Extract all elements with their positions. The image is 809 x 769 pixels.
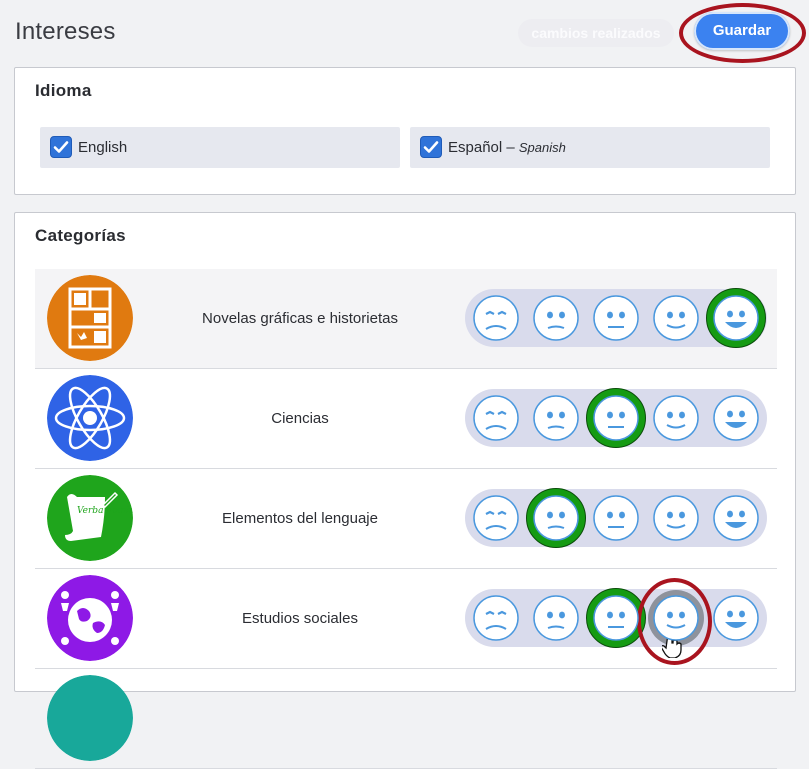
icon-text: Verba hominum <box>77 506 133 516</box>
english-checkbox[interactable] <box>50 136 72 158</box>
sad-face-icon[interactable] <box>531 593 581 643</box>
save-button[interactable]: Guardar <box>694 12 790 50</box>
categories-card: Categorías Novelas gráficas e historieta… <box>14 212 796 769</box>
categories-section-title: Categorías <box>35 226 126 245</box>
category-row-science: Ciencias <box>35 369 777 469</box>
category-label: Elementos del lenguaje <box>222 510 378 527</box>
atom-icon <box>47 375 133 461</box>
rating-scale <box>465 488 767 548</box>
neutral-face-icon[interactable] <box>586 588 646 648</box>
sad-face-icon[interactable] <box>526 488 586 548</box>
language-label: Español – Spanish <box>448 139 566 156</box>
very-sad-face-icon[interactable] <box>471 593 521 643</box>
very-sad-face-icon[interactable] <box>471 493 521 543</box>
category-label: Ciencias <box>271 410 329 427</box>
changes-status-badge: cambios realizados <box>518 19 674 47</box>
neutral-face-icon[interactable] <box>591 493 641 543</box>
sad-face-icon[interactable] <box>531 393 581 443</box>
category-row-language: Verba hominum Elementos del lenguaje <box>35 469 777 569</box>
slightly-happy-face-icon[interactable] <box>651 493 701 543</box>
spanish-checkbox[interactable] <box>420 136 442 158</box>
rating-scale <box>465 588 767 648</box>
very-sad-face-icon[interactable] <box>471 393 521 443</box>
very-happy-face-icon[interactable] <box>711 493 761 543</box>
category-row-social-studies: Estudios sociales <box>35 569 777 669</box>
sad-face-icon[interactable] <box>531 293 581 343</box>
top-bar: Intereses cambios realizados Guardar <box>0 0 809 66</box>
slightly-happy-face-icon[interactable] <box>651 393 701 443</box>
language-option-spanish[interactable]: Español – Spanish <box>410 127 770 168</box>
language-section-title: Idioma <box>35 81 92 100</box>
very-happy-face-icon[interactable] <box>706 288 766 348</box>
category-row-graphic-novels: Novelas gráficas e historietas <box>35 269 777 369</box>
language-label: English <box>78 139 128 156</box>
very-sad-face-icon[interactable] <box>471 293 521 343</box>
rating-scale <box>465 288 767 348</box>
language-option-english[interactable]: English <box>40 127 400 168</box>
neutral-face-icon[interactable] <box>591 293 641 343</box>
category-row-next <box>35 669 777 769</box>
category-label: Novelas gráficas e historietas <box>202 310 398 327</box>
very-happy-face-icon[interactable] <box>711 593 761 643</box>
page-title: Intereses <box>15 18 116 45</box>
slightly-happy-face-icon[interactable] <box>651 293 701 343</box>
globe-people-icon <box>47 575 133 661</box>
language-card: Idioma English Español – Spanish <box>14 67 796 195</box>
neutral-face-icon[interactable] <box>586 388 646 448</box>
very-happy-face-icon[interactable] <box>711 393 761 443</box>
scroll-quill-icon: Verba hominum <box>47 475 133 561</box>
rating-scale <box>465 388 767 448</box>
graphic-novel-icon <box>47 275 133 361</box>
category-icon <box>47 675 133 761</box>
slightly-happy-face-icon[interactable] <box>648 590 704 646</box>
category-label: Estudios sociales <box>242 610 358 627</box>
